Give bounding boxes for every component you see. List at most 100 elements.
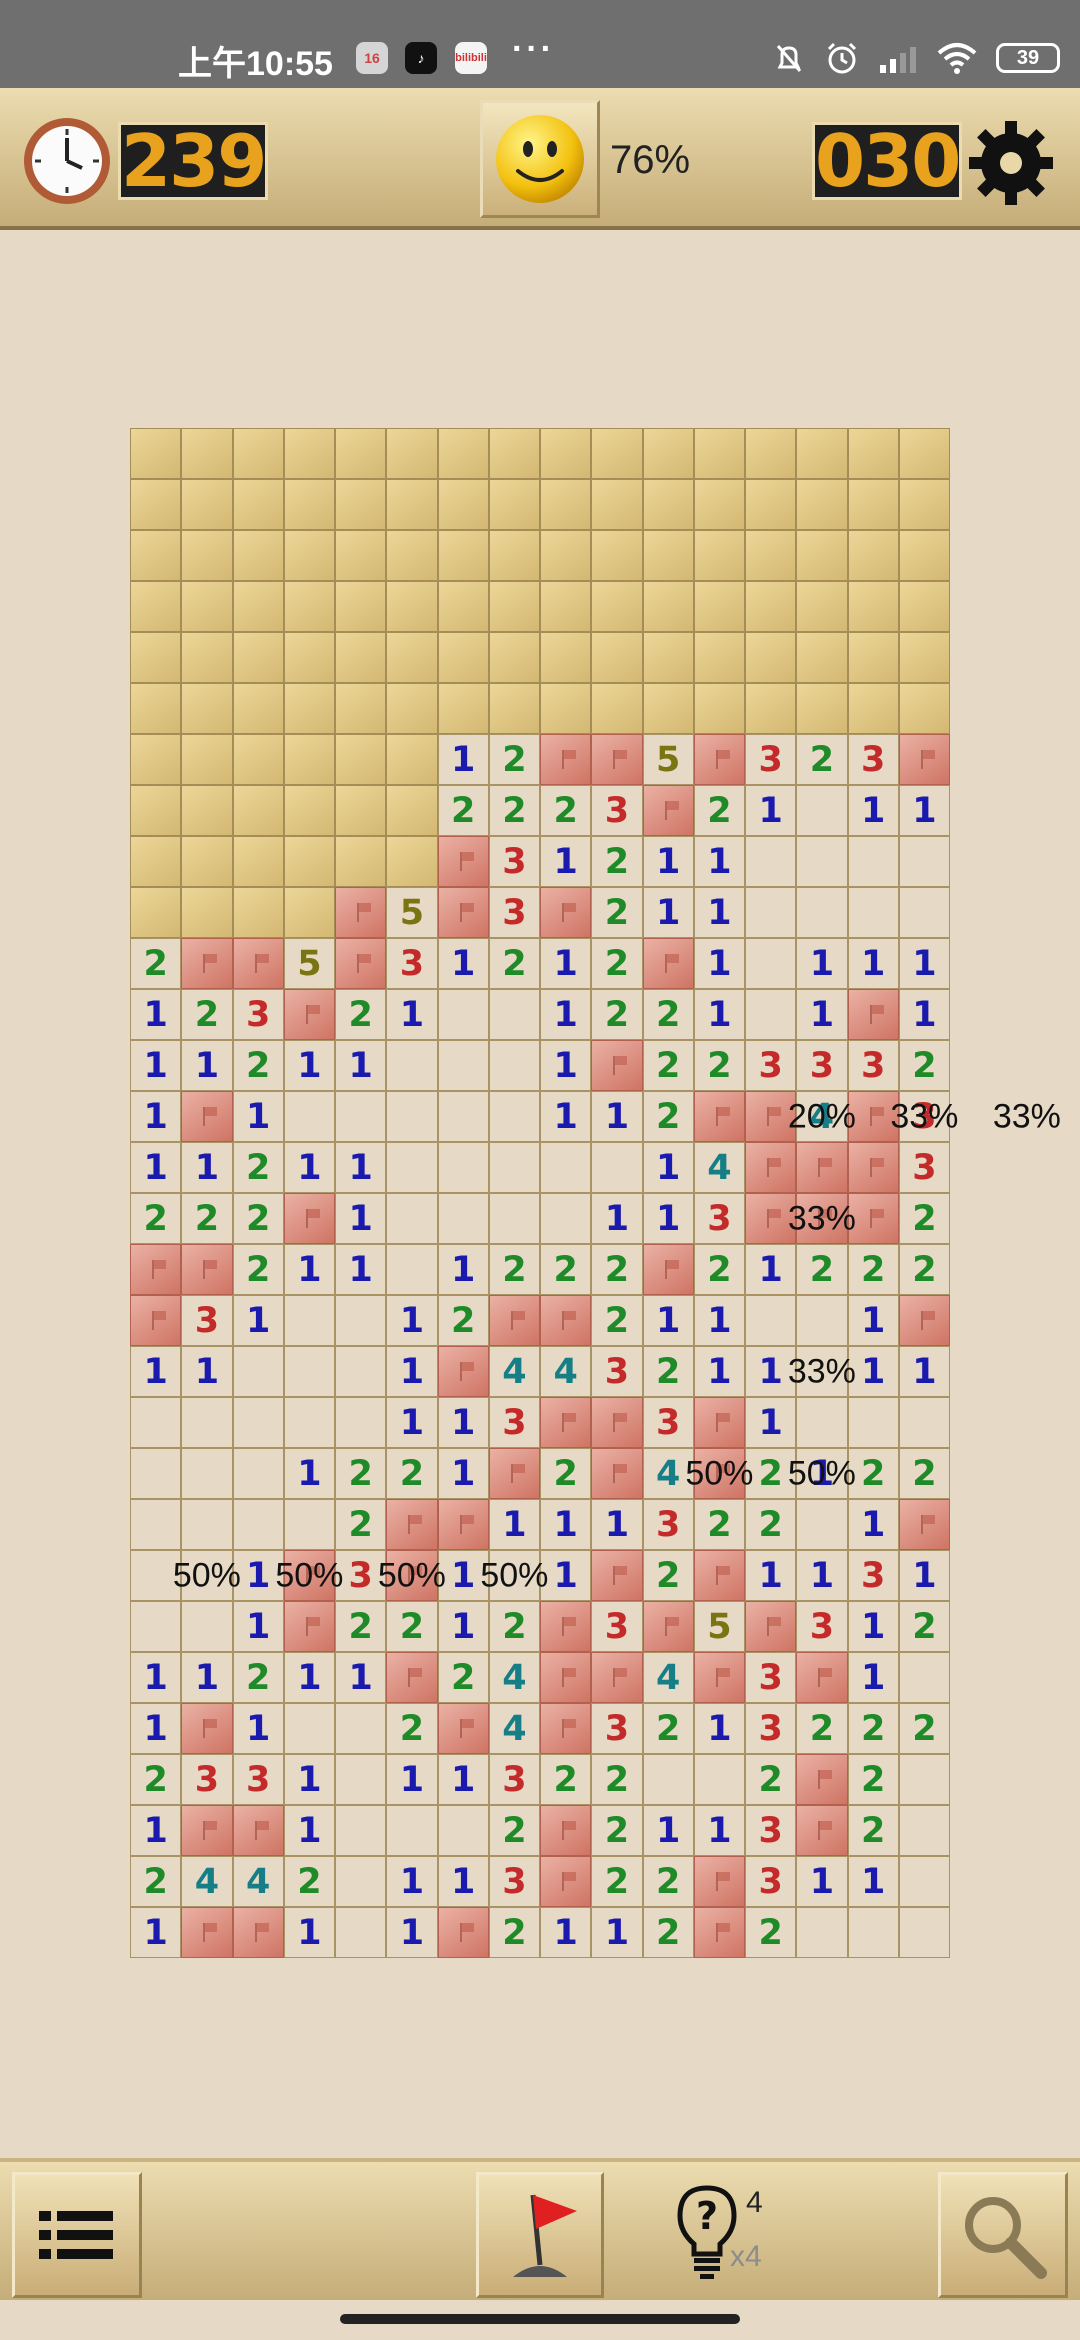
covered-tile[interactable] xyxy=(847,581,899,632)
open-tile[interactable] xyxy=(335,1091,387,1142)
flagged-tile[interactable] xyxy=(437,1346,489,1397)
flagged-tile[interactable] xyxy=(540,1397,592,1448)
number-tile[interactable]: 2 xyxy=(335,1499,387,1550)
covered-tile[interactable] xyxy=(796,530,848,581)
number-tile[interactable]: 1 xyxy=(591,1091,643,1142)
gear-icon[interactable] xyxy=(966,118,1056,208)
flagged-tile[interactable] xyxy=(591,734,643,785)
number-tile[interactable]: 2 xyxy=(591,989,643,1040)
number-tile[interactable]: 3 xyxy=(745,1703,797,1754)
covered-tile[interactable] xyxy=(232,428,284,479)
number-tile[interactable]: 2 xyxy=(796,1244,848,1295)
number-tile[interactable]: 1 xyxy=(540,1499,592,1550)
open-tile[interactable] xyxy=(386,1193,438,1244)
number-tile[interactable]: 3 xyxy=(591,1346,643,1397)
covered-tile[interactable] xyxy=(898,530,950,581)
covered-tile[interactable] xyxy=(386,632,438,683)
new-game-button[interactable] xyxy=(480,100,600,218)
number-tile[interactable]: 1 xyxy=(130,1805,182,1856)
flagged-tile[interactable] xyxy=(232,938,284,989)
number-tile[interactable]: 1 xyxy=(335,1193,387,1244)
number-tile[interactable]: 1 xyxy=(540,1091,592,1142)
number-tile[interactable]: 1 xyxy=(642,887,694,938)
flagged-tile[interactable] xyxy=(745,1601,797,1652)
open-tile[interactable] xyxy=(488,1193,540,1244)
number-tile[interactable]: 2 xyxy=(488,1601,540,1652)
open-tile[interactable] xyxy=(386,1244,438,1295)
flagged-tile[interactable] xyxy=(232,1907,284,1958)
covered-tile[interactable] xyxy=(898,632,950,683)
covered-tile[interactable] xyxy=(591,428,643,479)
covered-tile[interactable] xyxy=(642,428,694,479)
covered-tile[interactable] xyxy=(745,479,797,530)
flagged-tile[interactable] xyxy=(796,1805,848,1856)
covered-tile[interactable] xyxy=(283,632,335,683)
open-tile[interactable] xyxy=(130,1397,182,1448)
number-tile[interactable]: 2 xyxy=(540,1754,592,1805)
number-tile[interactable]: 5 xyxy=(693,1601,745,1652)
flagged-tile[interactable] xyxy=(847,1142,899,1193)
number-tile[interactable]: 2 xyxy=(898,1448,950,1499)
open-tile[interactable] xyxy=(898,1652,950,1703)
number-tile[interactable]: 1 xyxy=(847,785,899,836)
number-tile[interactable]: 2 xyxy=(847,1703,899,1754)
covered-tile[interactable] xyxy=(335,479,387,530)
open-tile[interactable] xyxy=(847,887,899,938)
covered-tile[interactable] xyxy=(847,632,899,683)
open-tile[interactable] xyxy=(437,1040,489,1091)
covered-tile[interactable] xyxy=(898,581,950,632)
flagged-tile[interactable] xyxy=(335,887,387,938)
flagged-tile[interactable] xyxy=(335,938,387,989)
flagged-tile[interactable] xyxy=(488,1295,540,1346)
covered-tile[interactable] xyxy=(745,581,797,632)
number-tile[interactable]: 2 xyxy=(642,1346,694,1397)
covered-tile[interactable] xyxy=(488,530,540,581)
number-tile[interactable]: 3 xyxy=(796,1040,848,1091)
covered-tile[interactable] xyxy=(437,479,489,530)
number-tile[interactable]: 2 xyxy=(591,1805,643,1856)
number-tile[interactable]: 1 xyxy=(386,1397,438,1448)
number-tile[interactable]: 2 xyxy=(488,734,540,785)
covered-tile[interactable] xyxy=(437,683,489,734)
covered-tile[interactable] xyxy=(488,581,540,632)
number-tile[interactable]: 2 xyxy=(591,1244,643,1295)
open-tile[interactable] xyxy=(898,1856,950,1907)
open-tile[interactable] xyxy=(591,1142,643,1193)
flagged-tile[interactable] xyxy=(642,1244,694,1295)
covered-tile[interactable] xyxy=(232,530,284,581)
number-tile[interactable]: 1 xyxy=(642,1805,694,1856)
number-tile[interactable]: 1 xyxy=(488,1499,540,1550)
open-tile[interactable] xyxy=(898,1907,950,1958)
covered-tile[interactable] xyxy=(693,581,745,632)
number-tile[interactable]: 1 xyxy=(796,989,848,1040)
covered-tile[interactable] xyxy=(181,683,233,734)
number-tile[interactable]: 1 xyxy=(335,1244,387,1295)
number-tile[interactable]: 2 xyxy=(591,1856,643,1907)
open-tile[interactable] xyxy=(386,1040,438,1091)
number-tile[interactable]: 2 xyxy=(642,1907,694,1958)
number-tile[interactable]: 2 xyxy=(540,1244,592,1295)
covered-tile[interactable] xyxy=(283,530,335,581)
number-tile[interactable]: 2 xyxy=(335,989,387,1040)
open-tile[interactable] xyxy=(335,1754,387,1805)
number-tile[interactable]: 3 xyxy=(642,1499,694,1550)
covered-tile[interactable] xyxy=(283,785,335,836)
number-tile[interactable]: 2 xyxy=(437,1652,489,1703)
covered-tile[interactable] xyxy=(335,785,387,836)
number-tile[interactable]: 1 xyxy=(386,1856,438,1907)
number-tile[interactable]: 3 xyxy=(488,1397,540,1448)
covered-tile[interactable] xyxy=(335,632,387,683)
number-tile[interactable]: 3 xyxy=(591,1601,643,1652)
covered-tile[interactable] xyxy=(130,632,182,683)
covered-tile[interactable] xyxy=(130,683,182,734)
number-tile[interactable]: 2 xyxy=(437,785,489,836)
number-tile[interactable]: 1 xyxy=(130,1652,182,1703)
number-tile[interactable]: 1 xyxy=(386,1907,438,1958)
covered-tile[interactable] xyxy=(591,530,643,581)
number-tile[interactable]: 2 xyxy=(898,1601,950,1652)
covered-tile[interactable] xyxy=(898,683,950,734)
flagged-tile[interactable] xyxy=(130,1295,182,1346)
open-tile[interactable] xyxy=(232,1346,284,1397)
number-tile[interactable]: 1 xyxy=(847,1856,899,1907)
number-tile[interactable]: 1 xyxy=(181,1652,233,1703)
